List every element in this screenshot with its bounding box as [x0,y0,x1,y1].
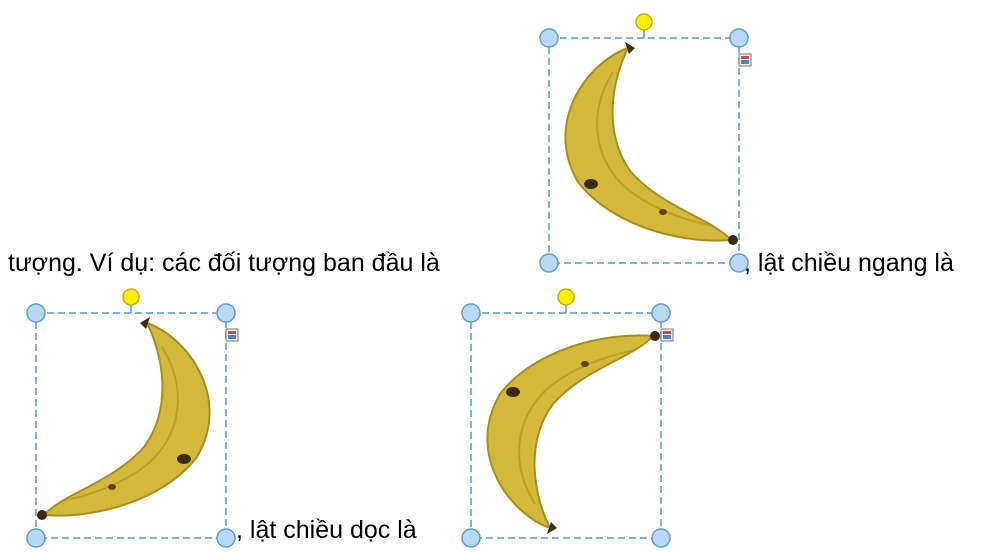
paragraph-text-2: , lật chiều ngang là [744,249,954,277]
resize-handle-top-right[interactable] [216,303,236,323]
resize-handle-top-right[interactable] [651,303,671,323]
banana-flipped-vertical-object[interactable] [455,287,685,552]
paragraph-text-1: tượng. Ví dụ: các đối tượng ban đầu là [8,249,440,277]
object-menu-icon[interactable] [738,53,752,67]
banana-flipped-horizontal-object[interactable] [20,287,250,552]
banana-original-object[interactable] [533,12,763,277]
resize-handle-top-right[interactable] [729,28,749,48]
resize-handle-top-left[interactable] [461,303,481,323]
resize-handle-bottom-right[interactable] [651,528,671,548]
object-menu-icon[interactable] [225,328,239,342]
resize-handle-bottom-left[interactable] [461,528,481,548]
resize-handle-top-left[interactable] [26,303,46,323]
paragraph-text-3: , lật chiều dọc là [236,516,417,544]
banana-image [486,331,660,534]
rotate-handle[interactable] [122,288,140,306]
rotate-handle[interactable] [635,13,653,31]
object-menu-icon[interactable] [660,328,674,342]
resize-handle-top-left[interactable] [539,28,559,48]
rotate-handle[interactable] [557,288,575,306]
resize-handle-bottom-left[interactable] [26,528,46,548]
resize-handle-bottom-left[interactable] [539,253,559,273]
banana-image [564,42,738,245]
resize-handle-bottom-right[interactable] [216,528,236,548]
resize-handle-bottom-right[interactable] [729,253,749,273]
banana-image [37,317,211,520]
